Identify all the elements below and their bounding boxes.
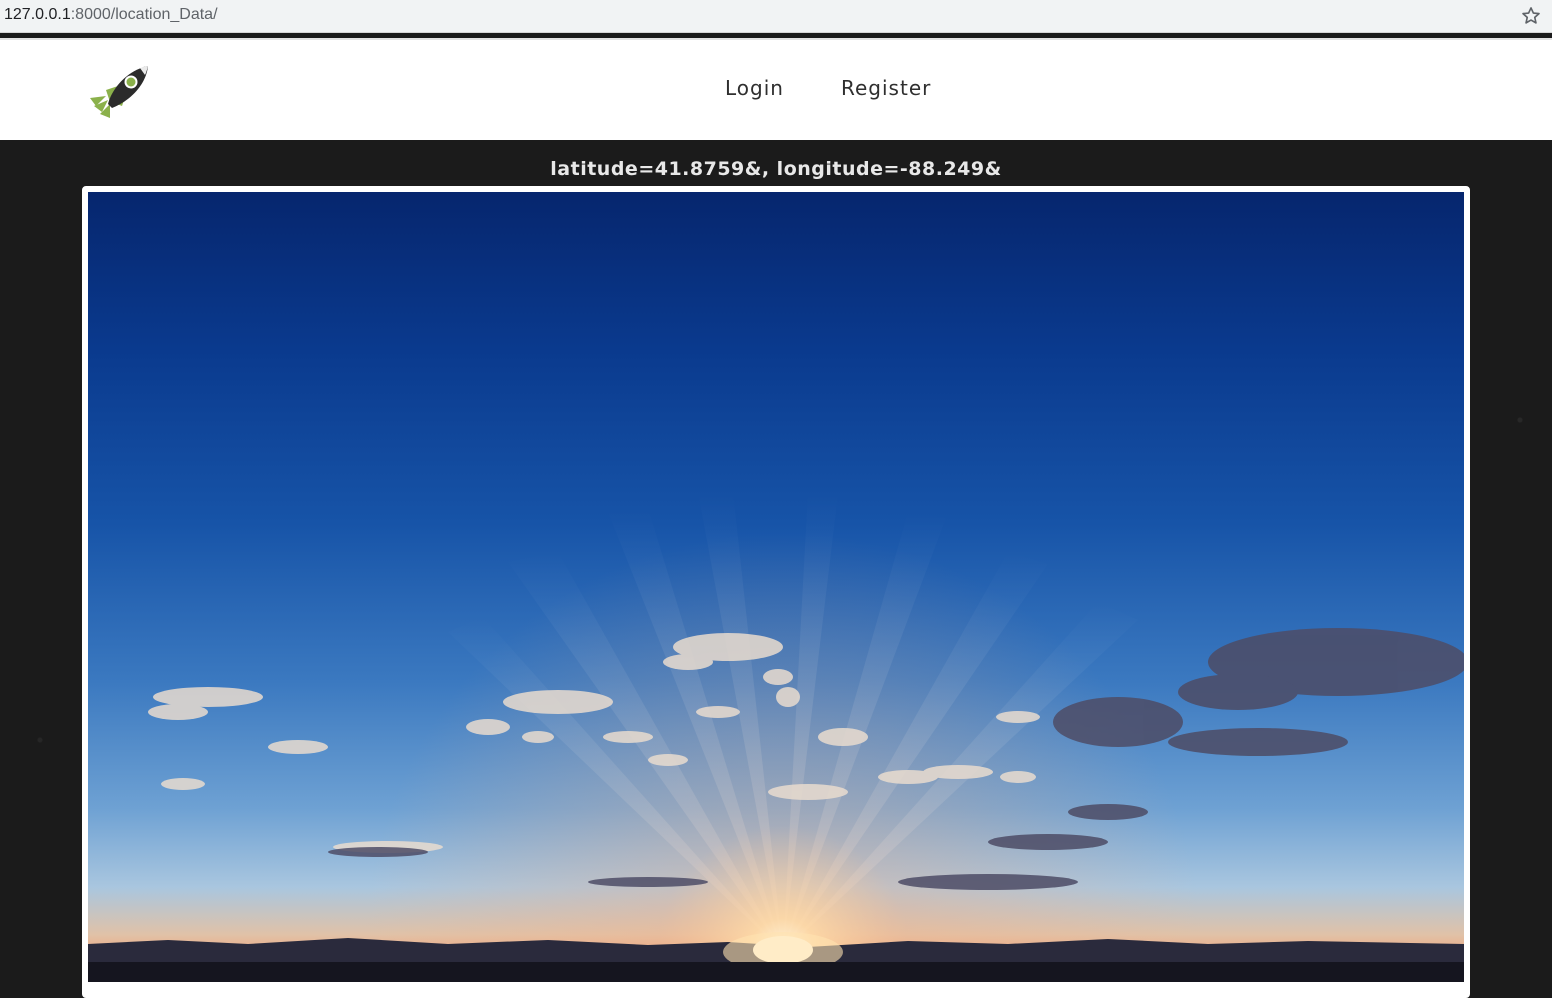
site-header: Login Register <box>0 40 1552 140</box>
sunrise-photo <box>88 192 1464 982</box>
star-icon[interactable] <box>1520 5 1542 27</box>
photo-frame <box>82 186 1470 998</box>
main-content: latitude=41.8759&, longitude=-88.249& <box>0 140 1552 998</box>
nav-login-link[interactable]: Login <box>725 76 784 100</box>
coordinates-text: latitude=41.8759&, longitude=-88.249& <box>550 158 1002 180</box>
nav-register-link[interactable]: Register <box>841 76 931 100</box>
browser-address-bar[interactable]: 127.0.0.1:8000/location_Data/ <box>0 0 1552 33</box>
sunrise-illustration <box>88 492 1464 982</box>
url-host: 127.0.0.1 <box>4 6 71 23</box>
address-url[interactable]: 127.0.0.1:8000/location_Data/ <box>4 6 218 24</box>
url-path: :8000/location_Data/ <box>70 6 218 23</box>
rocket-icon[interactable] <box>88 62 152 124</box>
